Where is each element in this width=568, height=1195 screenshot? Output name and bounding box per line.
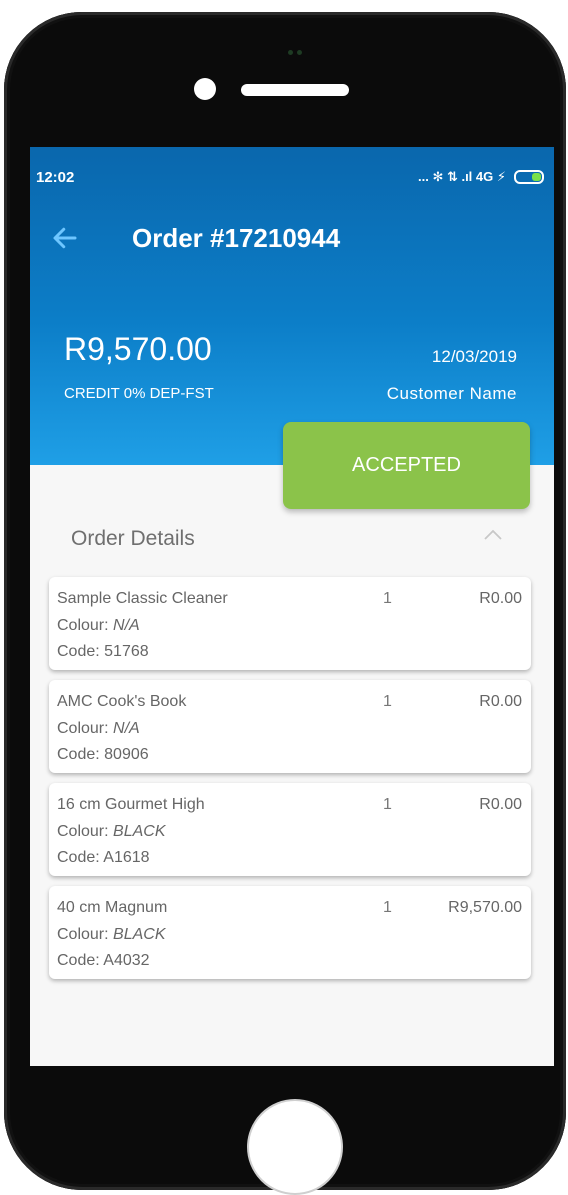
order-date: 12/03/2019 [431,347,517,366]
item-colour: Colour: BLACK [57,926,166,944]
item-colour-label: Colour: [57,720,114,737]
arrow-left-icon[interactable] [50,223,80,253]
order-header: 12:02 ... ✻ ⇅ .ıl 4G ⚡ Order #17210944 R… [30,147,554,465]
item-price: R0.00 [479,590,522,607]
page-title: Order #17210944 [132,223,341,253]
battery-icon [514,170,544,184]
order-item-card[interactable]: AMC Cook's Book Colour: N/A Code: 80906 … [49,680,531,773]
app-screen: 12:02 ... ✻ ⇅ .ıl 4G ⚡ Order #17210944 R… [30,147,554,1066]
item-code-label: Code: [57,746,105,763]
app-bar: Order #17210944 [30,209,554,271]
item-name: AMC Cook's Book [57,693,187,710]
item-name: 40 cm Magnum [57,899,168,916]
item-code: Code: A4032 [57,952,150,970]
accepted-status-button[interactable]: ACCEPTED [283,422,530,509]
item-price: R0.00 [479,796,522,813]
item-quantity: 1 [383,590,392,607]
item-colour: Colour: N/A [57,720,140,738]
ambient-light-sensor [297,50,302,55]
order-item-card[interactable]: Sample Classic Cleaner Colour: N/A Code:… [49,577,531,670]
item-name: 16 cm Gourmet High [57,796,205,813]
item-code-value: 80906 [104,746,149,763]
item-quantity: 1 [383,899,392,916]
item-colour-value: BLACK [113,823,166,840]
chevron-up-icon[interactable] [482,527,504,543]
status-time: 12:02 [36,169,75,186]
item-price: R9,570.00 [448,899,522,916]
item-code: Code: 51768 [57,643,149,661]
order-items-list: Sample Classic Cleaner Colour: N/A Code:… [49,577,531,989]
item-name: Sample Classic Cleaner [57,590,228,607]
item-colour: Colour: N/A [57,617,140,635]
order-details-title: Order Details [71,527,195,550]
signal-icons: ... ✻ ⇅ .ıl 4G ⚡ [418,169,506,184]
payment-terms: CREDIT 0% DEP-FST [64,385,214,402]
customer-name: Customer Name [386,384,517,403]
item-colour-value: BLACK [113,926,166,943]
item-colour-value: N/A [113,617,140,634]
order-item-card[interactable]: 16 cm Gourmet High Colour: BLACK Code: A… [49,783,531,876]
front-camera [194,78,216,100]
item-price: R0.00 [479,693,522,710]
item-code-value: A4032 [103,952,150,969]
order-item-card[interactable]: 40 cm Magnum Colour: BLACK Code: A4032 1… [49,886,531,979]
item-colour-value: N/A [113,720,140,737]
item-colour-label: Colour: [57,926,114,943]
status-bar: 12:02 ... ✻ ⇅ .ıl 4G ⚡ [30,147,554,209]
status-indicators: ... ✻ ⇅ .ıl 4G ⚡ [418,169,544,185]
item-colour-label: Colour: [57,617,114,634]
item-code-value: 51768 [104,643,149,660]
item-code-label: Code: [57,643,105,660]
item-colour: Colour: BLACK [57,823,166,841]
proximity-sensor [288,50,293,55]
earpiece-speaker [241,84,349,96]
item-code-label: Code: [57,849,104,866]
item-code-label: Code: [57,952,104,969]
item-code-value: A1618 [103,849,150,866]
item-colour-label: Colour: [57,823,114,840]
item-quantity: 1 [383,693,392,710]
order-amount: R9,570.00 [64,331,212,367]
item-code: Code: A1618 [57,849,150,867]
item-code: Code: 80906 [57,746,149,764]
item-quantity: 1 [383,796,392,813]
home-button[interactable] [247,1099,343,1195]
